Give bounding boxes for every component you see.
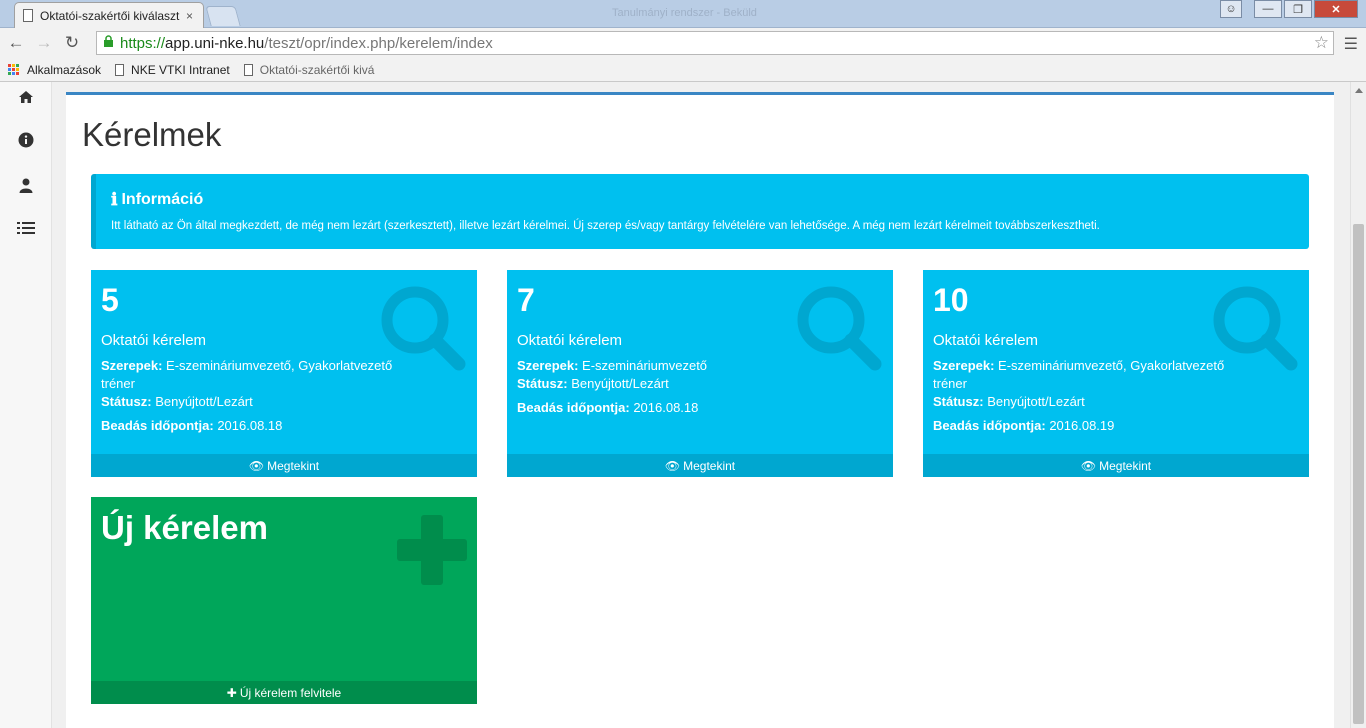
list-icon[interactable] bbox=[16, 219, 36, 237]
bookmark-oktatoi[interactable]: Oktatói-szakértői kivá bbox=[243, 62, 375, 77]
browser-tab-active[interactable]: Oktatói-szakértői kiválaszt × bbox=[14, 2, 204, 28]
date-label: Beadás időpontja: bbox=[517, 400, 630, 415]
request-count: 7 bbox=[517, 282, 535, 318]
status-value: Benyújtott/Lezárt bbox=[155, 394, 253, 409]
scroll-thumb[interactable] bbox=[1353, 224, 1364, 724]
info-icon: ℹ bbox=[111, 190, 118, 210]
view-button[interactable]: 👁 Megtekint bbox=[507, 454, 893, 477]
view-button-label: Megtekint bbox=[267, 458, 320, 473]
request-kind: Oktatói kérelem bbox=[101, 332, 207, 349]
address-bar[interactable]: https:// app.uni-nke.hu /teszt/opr/index… bbox=[96, 31, 1334, 55]
request-card: 7 Oktatói kérelem Szerepek: E-szemináriu… bbox=[507, 270, 893, 477]
request-count: 5 bbox=[101, 282, 119, 318]
eye-icon: 👁 bbox=[248, 458, 265, 473]
user-profile-icon[interactable]: ☺ bbox=[1220, 0, 1242, 18]
view-button[interactable]: 👁 Megtekint bbox=[923, 454, 1309, 477]
request-kind: Oktatói kérelem bbox=[933, 332, 1039, 349]
request-details: Szerepek: E-szemináriumvezető, Gyakorlat… bbox=[933, 357, 1233, 411]
page-icon bbox=[243, 63, 253, 76]
new-request-button-label: Új kérelem felvitele bbox=[239, 685, 342, 700]
date-label: Beadás időpontja: bbox=[933, 418, 1046, 433]
new-request-title: Új kérelem bbox=[101, 509, 268, 546]
view-button-label: Megtekint bbox=[683, 458, 736, 473]
window-controls: ☺ — ❐ ✕ bbox=[1220, 0, 1358, 18]
page-icon bbox=[115, 63, 125, 76]
request-kind: Oktatói kérelem bbox=[517, 332, 623, 349]
new-request-button[interactable]: ✚ Új kérelem felvitele bbox=[91, 681, 477, 704]
page-scrollbar[interactable] bbox=[1350, 82, 1366, 728]
status-value: Benyújtott/Lezárt bbox=[571, 376, 669, 391]
new-request-card: Új kérelem ✚ Új kérelem felvitele bbox=[91, 497, 477, 704]
bookmark-apps[interactable]: Alkalmazások bbox=[8, 63, 101, 77]
date-value: 2016.08.19 bbox=[1049, 418, 1115, 433]
request-count: 10 bbox=[933, 282, 969, 318]
browser-toolbar: ← → ↻ https:// app.uni-nke.hu /teszt/opr… bbox=[0, 28, 1366, 58]
user-icon[interactable] bbox=[16, 176, 36, 194]
view-button-label: Megtekint bbox=[1099, 458, 1152, 473]
submission-date: Beadás időpontja: 2016.08.18 bbox=[517, 400, 698, 415]
eye-icon: 👁 bbox=[664, 458, 681, 473]
roles-label: Szerepek: bbox=[517, 358, 579, 373]
tab-close-icon[interactable]: × bbox=[186, 9, 193, 23]
eye-icon: 👁 bbox=[1080, 458, 1097, 473]
maximize-button[interactable]: ❐ bbox=[1284, 0, 1312, 18]
date-label: Beadás időpontja: bbox=[101, 418, 214, 433]
bookmark-label: Alkalmazások bbox=[27, 62, 102, 77]
home-icon[interactable] bbox=[16, 88, 36, 106]
bookmarks-bar: Alkalmazások NKE VTKI Intranet Oktatói-s… bbox=[0, 58, 1366, 82]
roles-value: E-szemináriumvezető bbox=[582, 358, 708, 373]
tab-title: Oktatói-szakértői kiválaszt bbox=[40, 8, 180, 23]
forward-arrow-icon[interactable]: → bbox=[32, 33, 56, 53]
plus-small-icon: ✚ bbox=[226, 685, 237, 700]
url-host: app.uni-nke.hu bbox=[165, 34, 265, 52]
status-value: Benyújtott/Lezárt bbox=[987, 394, 1085, 409]
bookmark-nke-intranet[interactable]: NKE VTKI Intranet bbox=[115, 63, 230, 77]
reload-icon[interactable]: ↻ bbox=[60, 33, 84, 53]
close-window-button[interactable]: ✕ bbox=[1314, 0, 1358, 18]
browser-menu-icon[interactable]: ☰ bbox=[1344, 34, 1358, 54]
info-text: Itt látható az Ön által megkezdett, de m… bbox=[111, 220, 1100, 232]
back-arrow-icon[interactable]: ← bbox=[4, 33, 28, 53]
url-scheme: https:// bbox=[120, 34, 166, 52]
info-icon[interactable] bbox=[16, 131, 36, 149]
date-value: 2016.08.18 bbox=[633, 400, 699, 415]
browser-tabstrip: Oktatói-szakértői kiválaszt × Tanulmányi… bbox=[0, 0, 1366, 28]
minimize-button[interactable]: — bbox=[1254, 0, 1282, 18]
info-heading-text: Információ bbox=[121, 191, 204, 208]
lock-icon bbox=[103, 35, 114, 51]
request-details: Szerepek: E-szemináriumvezető Státusz: B… bbox=[517, 357, 817, 393]
window-title: Tanulmányi rendszer - Beküld bbox=[612, 7, 757, 19]
bookmark-star-icon[interactable]: ☆ bbox=[1314, 33, 1329, 53]
roles-label: Szerepek: bbox=[101, 358, 163, 373]
plus-icon bbox=[397, 515, 467, 590]
url-path: /teszt/opr/index.php/kerelem/index bbox=[264, 34, 493, 52]
bookmark-label: NKE VTKI Intranet bbox=[131, 62, 230, 77]
info-callout: ℹ Információ Itt látható az Ön által meg… bbox=[91, 174, 1309, 249]
roles-label: Szerepek: bbox=[933, 358, 995, 373]
submission-date: Beadás időpontja: 2016.08.19 bbox=[933, 418, 1114, 433]
view-button[interactable]: 👁 Megtekint bbox=[91, 454, 477, 477]
request-card: 5 Oktatói kérelem Szerepek: E-szemináriu… bbox=[91, 270, 477, 477]
status-label: Státusz: bbox=[517, 376, 568, 391]
page-icon bbox=[23, 9, 33, 22]
bookmark-label: Oktatói-szakértői kivá bbox=[259, 62, 375, 77]
info-heading: ℹ Információ bbox=[111, 190, 203, 210]
request-details: Szerepek: E-szemináriumvezető, Gyakorlat… bbox=[101, 357, 401, 411]
status-label: Státusz: bbox=[933, 394, 984, 409]
status-label: Státusz: bbox=[101, 394, 152, 409]
sidebar bbox=[0, 82, 52, 728]
submission-date: Beadás időpontja: 2016.08.18 bbox=[101, 418, 282, 433]
scroll-up-arrow-icon[interactable] bbox=[1355, 88, 1363, 93]
request-card: 10 Oktatói kérelem Szerepek: E-szeminári… bbox=[923, 270, 1309, 477]
page-title: Kérelmek bbox=[82, 116, 222, 153]
apps-grid-icon bbox=[8, 63, 20, 76]
new-tab-button[interactable] bbox=[205, 6, 241, 26]
date-value: 2016.08.18 bbox=[217, 418, 283, 433]
